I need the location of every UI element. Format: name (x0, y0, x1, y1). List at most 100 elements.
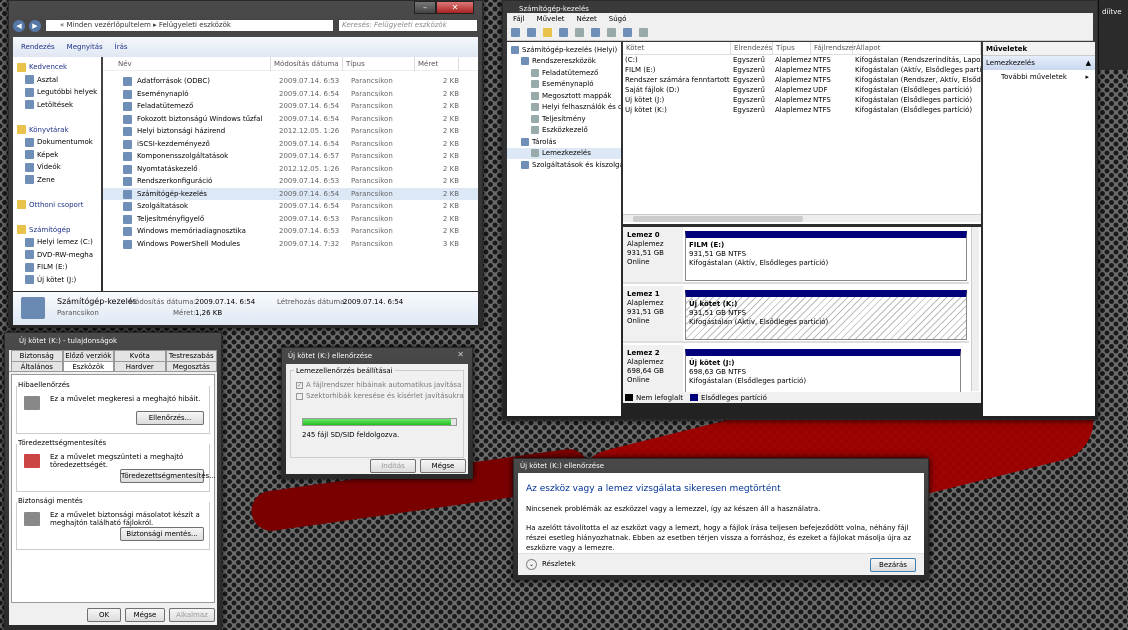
file-row[interactable]: Windows memóriadiagnosztika 2009.07.14. 6… (103, 225, 478, 238)
file-row[interactable]: Feladatütemező 2009.07.14. 6:54 Parancsiko… (103, 100, 478, 113)
file-row[interactable]: Szolgáltatások 2009.07.14. 6:54 Parancsiko… (103, 200, 478, 213)
file-row[interactable]: Számítógép-kezelés 2009.07.14. 6:54 Paranc… (103, 187, 478, 200)
disk-row[interactable]: Lemez 0 Alaplemez 931,51 GB Online FILM (E:)… (623, 227, 969, 284)
address-bar[interactable]: « Minden vezérlőpultelem ▸ Felügyeleti e… (45, 19, 334, 32)
tree-item[interactable]: Feladatütemező (507, 67, 621, 79)
column-header[interactable]: Méret (415, 57, 459, 71)
column-header[interactable]: Típus (343, 57, 415, 71)
up-icon[interactable] (543, 28, 552, 37)
tree-item[interactable]: Rendszereszközök (507, 56, 621, 68)
ok-button[interactable]: OK (87, 608, 121, 622)
more-actions-item[interactable]: További műveletek ▸ (983, 70, 1095, 84)
nav-item[interactable]: Videók (13, 161, 101, 174)
column-header[interactable]: Név (115, 57, 271, 71)
column-header[interactable]: Típus (773, 42, 811, 55)
tab[interactable]: Előző verziók (62, 350, 114, 361)
tab[interactable]: Eszközök (62, 361, 114, 371)
organize-button[interactable]: Rendezés (21, 43, 55, 51)
breadcrumb-part[interactable]: Minden vezérlőpultelem (67, 21, 151, 29)
nav-item[interactable]: FILM (E:) (13, 261, 101, 274)
tree-item[interactable]: Helyi felhasználók és cs (507, 102, 621, 114)
refresh-icon[interactable] (607, 28, 616, 37)
breadcrumb-part[interactable]: Felügyeleti eszközök (159, 21, 231, 29)
tab[interactable]: Kvóta (114, 350, 166, 361)
nav-item[interactable]: Helyi lemez (C:) (13, 236, 101, 249)
menu-item[interactable]: Művelet (537, 15, 565, 23)
section-button[interactable]: Töredezettségmentesítés... (120, 469, 216, 483)
start-button[interactable]: Indítás (370, 459, 416, 473)
cancel-button[interactable]: Mégse (125, 608, 165, 622)
tab[interactable]: Biztonság (11, 350, 63, 361)
tab[interactable]: Hardver (114, 361, 166, 371)
minimize-button[interactable]: – (414, 1, 436, 14)
file-row[interactable]: Fokozott biztonságú Windows tűzfal 2009.0… (103, 113, 478, 126)
column-header[interactable]: Állapot (853, 42, 981, 55)
volume-row[interactable]: Új kötet (J:) Egyszerű Alaplemez NTFS Kifogá… (623, 95, 981, 105)
file-row[interactable]: iSCSI-kezdeményező 2009.07.14. 6:54 Paranc… (103, 138, 478, 151)
nav-item[interactable]: Könyvtárak (13, 124, 101, 137)
tree-item[interactable]: Eszközkezelő (507, 125, 621, 137)
tree-item[interactable]: Tárolás (507, 136, 621, 148)
nav-item[interactable]: Legutóbbi helyek (13, 86, 101, 99)
volume-row[interactable]: FILM (E:) Egyszerű Alaplemez NTFS Kifogástal… (623, 65, 981, 75)
tab[interactable]: Megosztás (165, 361, 217, 371)
nav-item[interactable]: Kedvencek (13, 61, 101, 74)
open-button[interactable]: Megnyitás (67, 43, 103, 51)
close-button[interactable]: Bezárás (870, 558, 916, 572)
nav-item[interactable]: Képek (13, 149, 101, 162)
tree-toggle-icon[interactable] (559, 28, 568, 37)
file-row[interactable]: Teljesítményfigyelő 2009.07.14. 6:53 Paran… (103, 213, 478, 226)
view-icon[interactable] (639, 28, 648, 37)
expand-details-icon[interactable]: ⌄ (526, 559, 537, 570)
nav-item[interactable]: Zene (13, 174, 101, 187)
file-row[interactable]: Eseménynapló 2009.07.14. 6:54 Parancsikon 2… (103, 88, 478, 101)
burn-button[interactable]: Írás (115, 43, 128, 51)
volume-row[interactable]: (C:) Egyszerű Alaplemez NTFS Kifogástalan (R… (623, 55, 981, 65)
forward-icon[interactable]: ▶ (29, 19, 41, 32)
file-row[interactable]: Nyomtatáskezelő 2012.12.05. 1:26 Parancsik… (103, 163, 478, 176)
cancel-button[interactable]: Mégse (420, 459, 466, 473)
file-row[interactable]: Windows PowerShell Modules 2009.07.14. 7:… (103, 238, 478, 251)
nav-item[interactable]: Számítógép (13, 224, 101, 237)
volume-row[interactable]: Új kötet (K:) Egyszerű Alaplemez NTFS Kifogá… (623, 105, 981, 115)
nav-item[interactable]: DVD-RW-megha (13, 249, 101, 262)
help-icon[interactable] (591, 28, 600, 37)
volume-row[interactable]: Saját fájlok (D:) Egyszerű Alaplemez UDF Kif… (623, 85, 981, 95)
tab[interactable]: Általános (11, 361, 63, 371)
vertical-scrollbar[interactable] (971, 227, 979, 391)
nav-item[interactable]: Letöltések (13, 99, 101, 112)
tree-item[interactable]: Szolgáltatások és kiszolgál (507, 159, 621, 171)
file-row[interactable]: Komponensszolgáltatások 2009.07.14. 6:57 P… (103, 150, 478, 163)
search-input[interactable]: Keresés: Felügyeleti eszközök (338, 19, 478, 32)
auto-fix-checkbox[interactable]: ✓ (296, 381, 303, 389)
forward-icon[interactable] (527, 28, 536, 37)
actions-section[interactable]: Lemezkezelés ▲ (983, 56, 1095, 70)
back-icon[interactable] (511, 28, 520, 37)
export-icon[interactable] (623, 28, 632, 37)
partition-block[interactable]: FILM (E:) 931,51 GB NTFS Kifogástalan (Akt… (685, 231, 967, 281)
tree-item[interactable]: Megosztott mappák (507, 90, 621, 102)
tree-item[interactable]: Eseménynapló (507, 79, 621, 91)
volume-row[interactable]: Rendszer számára fenntartott Egyszerű Alap… (623, 75, 981, 85)
scan-sectors-checkbox[interactable] (296, 392, 303, 400)
column-header[interactable]: Kötet (623, 42, 731, 55)
tab[interactable]: Testreszabás (165, 350, 217, 361)
menu-item[interactable]: Nézet (577, 15, 597, 23)
apply-button[interactable]: Alkalmaz (169, 608, 215, 622)
properties-icon[interactable] (575, 28, 584, 37)
section-button[interactable]: Ellenőrzés... (136, 411, 204, 425)
column-header[interactable]: Elrendezés (731, 42, 773, 55)
file-row[interactable]: Rendszerkonfiguráció 2009.07.14. 6:53 Para… (103, 175, 478, 188)
nav-item[interactable]: Asztal (13, 74, 101, 87)
file-row[interactable]: Helyi biztonsági házirend 2012.12.05. 1:2… (103, 125, 478, 138)
tree-item[interactable]: Teljesítmény (507, 113, 621, 125)
back-icon[interactable]: ◀ (13, 19, 25, 32)
column-header[interactable]: Módosítás dátuma (271, 57, 343, 71)
close-icon[interactable]: ✕ (457, 350, 464, 359)
menu-item[interactable]: Súgó (609, 15, 627, 23)
nav-item[interactable]: Új kötet (J:) (13, 274, 101, 287)
column-header[interactable]: Fájlrendszer (811, 42, 856, 55)
partition-block[interactable]: Új kötet (K:) 931,51 GB NTFS Kifogástalan … (685, 290, 967, 340)
nav-item[interactable]: Otthoni csoport (13, 199, 101, 212)
close-button[interactable]: ✕ (436, 1, 474, 14)
